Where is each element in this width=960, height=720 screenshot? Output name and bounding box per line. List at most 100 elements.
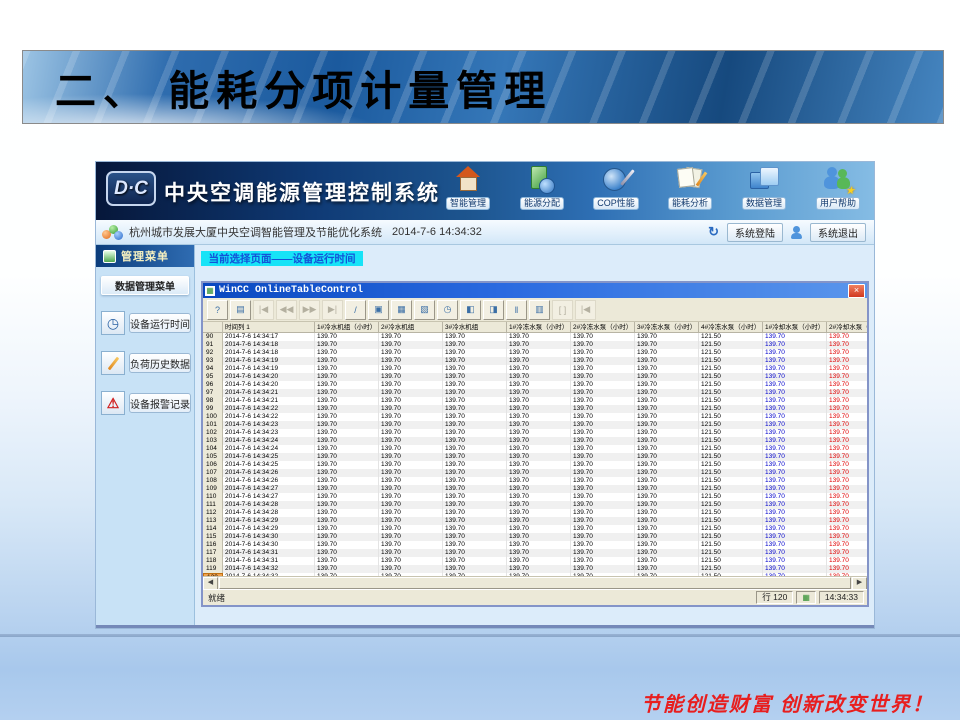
edit-icon[interactable]: /: [345, 300, 366, 320]
table-cell: 121.50: [699, 373, 763, 381]
sidebar-menu-title-button[interactable]: 数据管理菜单: [101, 276, 189, 295]
table-cell: 121.50: [699, 549, 763, 557]
table-row[interactable]: 1002014-7-6 14:34:22139.70139.70139.7013…: [203, 413, 867, 421]
table-row[interactable]: 1162014-7-6 14:34:30139.70139.70139.7013…: [203, 541, 867, 549]
nav-item-smart-management[interactable]: 智能管理: [438, 164, 498, 210]
table-cell: 139.70: [635, 453, 699, 461]
table-row[interactable]: 1152014-7-6 14:34:30139.70139.70139.7013…: [203, 533, 867, 541]
table-row[interactable]: 942014-7-6 14:34:19139.70139.70139.70139…: [203, 365, 867, 373]
table-row[interactable]: 1102014-7-6 14:34:27139.70139.70139.7013…: [203, 493, 867, 501]
table-cell: 2014-7-6 14:34:18: [223, 341, 315, 349]
table-row[interactable]: 1062014-7-6 14:34:25139.70139.70139.7013…: [203, 461, 867, 469]
table-cell: 121.50: [699, 461, 763, 469]
table-cell: 139.70: [507, 341, 571, 349]
table-cell: 139.70: [379, 493, 443, 501]
table-row[interactable]: 952014-7-6 14:34:20139.70139.70139.70139…: [203, 373, 867, 381]
cop-performance-icon: [599, 164, 633, 196]
table-cell: 2014-7-6 14:34:26: [223, 469, 315, 477]
table-cell: 139.70: [763, 397, 827, 405]
system-logout-button[interactable]: 系统退出: [810, 223, 866, 242]
sidebar-item-load-history[interactable]: 负荷历史数据: [101, 351, 190, 375]
table-row[interactable]: 1042014-7-6 14:34:24139.70139.70139.7013…: [203, 445, 867, 453]
table-row[interactable]: 982014-7-6 14:34:21139.70139.70139.70139…: [203, 397, 867, 405]
time-range-icon[interactable]: ▧: [414, 300, 435, 320]
table-row[interactable]: 1182014-7-6 14:34:31139.70139.70139.7013…: [203, 557, 867, 565]
import-icon[interactable]: ◧: [460, 300, 481, 320]
table-cell: 139.70: [635, 365, 699, 373]
nav-item-energy-analysis[interactable]: 能耗分析: [660, 164, 720, 210]
sidebar-item-alarm-record[interactable]: ⚠ 设备报警记录: [101, 391, 190, 415]
table-cell: 121.50: [699, 525, 763, 533]
table-row[interactable]: 1192014-7-6 14:34:32139.70139.70139.7013…: [203, 565, 867, 573]
table-row[interactable]: 1172014-7-6 14:34:31139.70139.70139.7013…: [203, 549, 867, 557]
row-number-cell: 107: [203, 469, 223, 477]
copy-icon[interactable]: ▣: [368, 300, 389, 320]
table-cell: 139.70: [763, 389, 827, 397]
scroll-right-icon[interactable]: ▶: [852, 577, 867, 590]
time-selection-icon[interactable]: ◷: [437, 300, 458, 320]
table-cell: 139.70: [571, 413, 635, 421]
table-cell: 139.70: [827, 365, 867, 373]
table-cell: 139.70: [315, 421, 379, 429]
table-row[interactable]: 972014-7-6 14:34:21139.70139.70139.70139…: [203, 389, 867, 397]
table-row[interactable]: 912014-7-6 14:34:18139.70139.70139.70139…: [203, 341, 867, 349]
horizontal-scrollbar[interactable]: ◀ ▶: [203, 576, 867, 589]
close-icon[interactable]: ×: [848, 284, 865, 298]
table-cell: 2014-7-6 14:34:28: [223, 501, 315, 509]
table-row[interactable]: 1122014-7-6 14:34:28139.70139.70139.7013…: [203, 509, 867, 517]
footer-slogan: 节能创造财富 创新改变世界！: [641, 688, 934, 717]
system-login-button[interactable]: 系统登陆: [727, 223, 783, 242]
table-row[interactable]: 1032014-7-6 14:34:24139.70139.70139.7013…: [203, 437, 867, 445]
table-cell: 121.50: [699, 421, 763, 429]
nav-item-cop-performance[interactable]: COP性能: [586, 164, 646, 210]
table-cell: 139.70: [571, 565, 635, 573]
table-cell: 139.70: [571, 493, 635, 501]
nav-item-data-management[interactable]: 数据管理: [734, 164, 794, 210]
table-row[interactable]: 1082014-7-6 14:34:26139.70139.70139.7013…: [203, 477, 867, 485]
scroll-left-icon[interactable]: ◀: [203, 577, 218, 590]
export-icon[interactable]: ◨: [483, 300, 504, 320]
scrollbar-thumb[interactable]: [219, 577, 851, 589]
table-cell: 139.70: [827, 501, 867, 509]
wincc-statusbar: 就绪 行 120 ▦ 14:34:33: [203, 589, 867, 605]
print-icon[interactable]: ▥: [529, 300, 550, 320]
table-cell: 2014-7-6 14:34:29: [223, 525, 315, 533]
last-column-icon: |◀: [575, 300, 596, 320]
table-cell: 139.70: [635, 477, 699, 485]
table-cell: 121.50: [699, 493, 763, 501]
table-cell: 2014-7-6 14:34:21: [223, 397, 315, 405]
table-row[interactable]: 1012014-7-6 14:34:23139.70139.70139.7013…: [203, 421, 867, 429]
table-row[interactable]: 962014-7-6 14:34:20139.70139.70139.70139…: [203, 381, 867, 389]
table-row[interactable]: 1132014-7-6 14:34:29139.70139.70139.7013…: [203, 517, 867, 525]
table-row[interactable]: 922014-7-6 14:34:18139.70139.70139.70139…: [203, 349, 867, 357]
row-number-cell: 92: [203, 349, 223, 357]
help-icon[interactable]: ?: [207, 300, 228, 320]
table-row[interactable]: 1052014-7-6 14:34:25139.70139.70139.7013…: [203, 453, 867, 461]
table-row[interactable]: 992014-7-6 14:34:22139.70139.70139.70139…: [203, 405, 867, 413]
export-dialog-icon[interactable]: ▤: [230, 300, 251, 320]
nav-item-energy-allocation[interactable]: 能源分配: [512, 164, 572, 210]
table-row[interactable]: 1092014-7-6 14:34:27139.70139.70139.7013…: [203, 485, 867, 493]
pause-icon[interactable]: ‖: [506, 300, 527, 320]
row-number-cell: 106: [203, 461, 223, 469]
row-number-cell: 114: [203, 525, 223, 533]
table-cell: 139.70: [635, 349, 699, 357]
table-row[interactable]: 1112014-7-6 14:34:28139.70139.70139.7013…: [203, 501, 867, 509]
table-row[interactable]: 1072014-7-6 14:34:26139.70139.70139.7013…: [203, 469, 867, 477]
sidebar-item-device-runtime[interactable]: ◷ 设备运行时间: [101, 311, 190, 335]
table-row[interactable]: 932014-7-6 14:34:19139.70139.70139.70139…: [203, 357, 867, 365]
table-cell: 139.70: [635, 445, 699, 453]
table-row[interactable]: 902014-7-6 14:34:17139.70139.70139.70139…: [203, 333, 867, 341]
row-number-cell: 115: [203, 533, 223, 541]
nav-item-user-help[interactable]: ★ 用户帮助: [808, 164, 868, 210]
table-cell: 139.70: [379, 389, 443, 397]
table-row[interactable]: 1142014-7-6 14:34:29139.70139.70139.7013…: [203, 525, 867, 533]
table-row[interactable]: 1202014-7-6 14:34:32139.70139.70139.7013…: [203, 573, 867, 576]
user-icon: [791, 226, 802, 239]
table-cell: 139.70: [635, 509, 699, 517]
app-title: 中央空调能源管理控制系统: [164, 177, 440, 207]
table-cell: 121.50: [699, 445, 763, 453]
table-cell: 2014-7-6 14:34:20: [223, 373, 315, 381]
table-row[interactable]: 1022014-7-6 14:34:23139.70139.70139.7013…: [203, 429, 867, 437]
select-columns-icon[interactable]: ▦: [391, 300, 412, 320]
